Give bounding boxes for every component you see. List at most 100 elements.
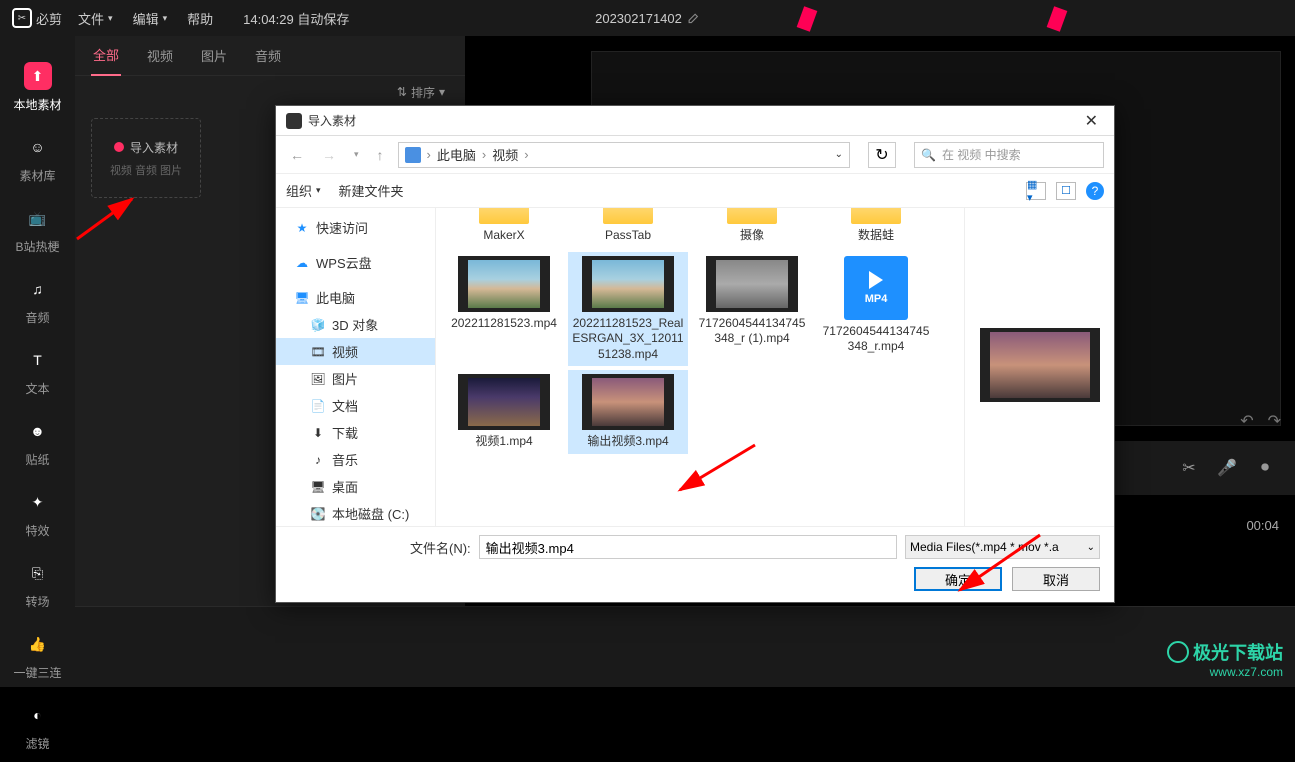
desktop-icon: 🖥 (310, 479, 326, 495)
dialog-footer: 文件名(N): Media Files(*.mp4 *.mov *.a⌄ 确定 … (276, 526, 1114, 602)
autosave-status: 14:04:29 自动保存 (243, 9, 349, 28)
search-input[interactable]: 🔍 在 视频 中搜索 (914, 142, 1104, 168)
tab-audio[interactable]: 音频 (253, 36, 283, 75)
sidebar-transition[interactable]: ⎘转场 (0, 549, 75, 620)
dialog-icon (286, 113, 302, 129)
media-tabs: 全部 视频 图片 音频 (75, 36, 465, 76)
sidebar-downloads[interactable]: ⬇下载 (276, 419, 435, 446)
sidebar-videos[interactable]: 🎞视频 (276, 338, 435, 365)
sidebar-this-pc[interactable]: 🖥此电脑 (276, 284, 435, 311)
chevron-down-icon: ▾ (439, 85, 445, 99)
sidebar-bilibili-meme[interactable]: 📺B站热梗 (0, 194, 75, 265)
sidebar-music[interactable]: ♪音乐 (276, 446, 435, 473)
record-button[interactable]: ⏺ (1255, 458, 1275, 478)
logo-text: 必剪 (36, 9, 62, 28)
file-grid: MakerX PassTab 摄像 数据蛙 202211281523.mp4 2… (436, 208, 964, 526)
transition-icon: ⎘ (24, 559, 52, 587)
nav-forward-button[interactable]: → (318, 147, 340, 163)
time-display: 00:04 (1246, 518, 1279, 533)
cloud-icon: ☁ (294, 255, 310, 271)
film-icon: 🎞 (310, 344, 326, 360)
video-thumb-icon (582, 256, 674, 312)
file-video-2[interactable]: 202211281523_RealESRGAN_3X_1201151238.mp… (568, 252, 688, 367)
menu-file[interactable]: 文件▾ (78, 9, 113, 28)
redo-button[interactable]: ↷ (1268, 411, 1281, 431)
sort-row[interactable]: ⇅ 排序 ▾ (75, 76, 465, 108)
sidebar-audio[interactable]: ♫音频 (0, 265, 75, 336)
app-logo: ✂ 必剪 (12, 8, 62, 28)
dialog-toolbar: 组织▾ 新建文件夹 ▦ ▾ ☐ ? (276, 174, 1114, 208)
sidebar-desktop[interactable]: 🖥桌面 (276, 473, 435, 500)
tab-video[interactable]: 视频 (145, 36, 175, 75)
sidebar-effects[interactable]: ✦特效 (0, 478, 75, 549)
mic-button[interactable]: 🎤 (1217, 458, 1237, 478)
sidebar-documents[interactable]: 📄文档 (276, 392, 435, 419)
upload-icon: ⬆ (24, 62, 52, 90)
file-video-3[interactable]: 7172604544134745348_r (1).mp4 (692, 252, 812, 367)
nav-back-button[interactable]: ← (286, 147, 308, 163)
filename-input[interactable] (479, 535, 897, 559)
download-icon: ⬇ (310, 425, 326, 441)
filetype-select[interactable]: Media Files(*.mp4 *.mov *.a⌄ (905, 535, 1100, 559)
breadcrumb[interactable]: › 此电脑 › 视频 › ⌄ (398, 142, 850, 168)
sidebar-3d-objects[interactable]: 🧊3D 对象 (276, 311, 435, 338)
folder-makerx[interactable]: MakerX (444, 208, 564, 248)
cut-tool-button[interactable]: ✂ (1179, 458, 1199, 478)
tab-all[interactable]: 全部 (91, 35, 121, 76)
nav-up-button[interactable]: ↑ (373, 147, 388, 163)
file-video-6[interactable]: 输出视频3.mp4 (568, 370, 688, 454)
file-video-1[interactable]: 202211281523.mp4 (444, 252, 564, 367)
dialog-body: ★快速访问 ☁WPS云盘 🖥此电脑 🧊3D 对象 🎞视频 🖼图片 📄文档 ⬇下载… (276, 208, 1114, 526)
video-thumb-icon (706, 256, 798, 312)
dialog-sidebar: ★快速访问 ☁WPS云盘 🖥此电脑 🧊3D 对象 🎞视频 🖼图片 📄文档 ⬇下载… (276, 208, 436, 526)
nav-history-button[interactable]: ▾ (350, 149, 363, 160)
folder-datafrog[interactable]: 数据蛙 (816, 208, 936, 248)
preview-pane (964, 208, 1114, 526)
file-video-4[interactable]: MP47172604544134745348_r.mp4 (816, 252, 936, 367)
project-title[interactable]: 202302171402 (595, 11, 700, 26)
video-thumb-icon (458, 256, 550, 312)
plus-dot-icon (114, 142, 124, 152)
sidebar-wps-cloud[interactable]: ☁WPS云盘 (276, 249, 435, 276)
undo-button[interactable]: ↶ (1240, 411, 1253, 431)
folder-icon (851, 208, 901, 224)
video-thumb-icon (458, 374, 550, 430)
breadcrumb-chevron-icon[interactable]: ⌄ (835, 149, 843, 160)
watermark: 极光下载站 www.xz7.com (1167, 639, 1283, 679)
help-button[interactable]: ? (1086, 182, 1104, 200)
watermark-logo-icon (1167, 641, 1189, 663)
sidebar-local-media[interactable]: ⬆本地素材 (0, 52, 75, 123)
menu-edit[interactable]: 编辑▾ (133, 9, 168, 28)
file-video-5[interactable]: 视频1.mp4 (444, 370, 564, 454)
sidebar-pictures[interactable]: 🖼图片 (276, 365, 435, 392)
close-button[interactable]: ✕ (1079, 111, 1104, 131)
cancel-button[interactable]: 取消 (1012, 567, 1100, 591)
document-icon: 📄 (310, 398, 326, 414)
picture-icon: 🖼 (310, 371, 326, 387)
cube-icon: 🧊 (310, 317, 326, 333)
organize-button[interactable]: 组织▾ (286, 181, 321, 200)
folder-camera[interactable]: 摄像 (692, 208, 812, 248)
refresh-button[interactable]: ↻ (868, 142, 896, 168)
pencil-icon (688, 12, 700, 24)
tab-image[interactable]: 图片 (199, 36, 229, 75)
new-folder-button[interactable]: 新建文件夹 (339, 181, 404, 200)
sidebar-library[interactable]: ☺素材库 (0, 123, 75, 194)
sidebar-drive-c[interactable]: 💽本地磁盘 (C:) (276, 500, 435, 526)
menu-help[interactable]: 帮助 (187, 9, 213, 28)
tv-icon: 📺 (24, 204, 52, 232)
folder-icon (603, 208, 653, 224)
view-mode-button[interactable]: ▦ ▾ (1026, 182, 1046, 200)
sidebar-sticker[interactable]: ☻贴纸 (0, 407, 75, 478)
preview-pane-button[interactable]: ☐ (1056, 182, 1076, 200)
import-card[interactable]: 导入素材 视频 音频 图片 (91, 118, 201, 198)
folder-passtab[interactable]: PassTab (568, 208, 688, 248)
text-icon: T (24, 346, 52, 374)
timeline-area[interactable] (75, 606, 1295, 687)
sidebar-text[interactable]: T文本 (0, 336, 75, 407)
sidebar-triple-click[interactable]: 👍一键三连 (0, 620, 75, 691)
sidebar-quick-access[interactable]: ★快速访问 (276, 214, 435, 241)
disk-icon: 💽 (310, 506, 326, 522)
ok-button[interactable]: 确定 (914, 567, 1002, 591)
sidebar-filter[interactable]: ◐滤镜 (0, 691, 75, 762)
